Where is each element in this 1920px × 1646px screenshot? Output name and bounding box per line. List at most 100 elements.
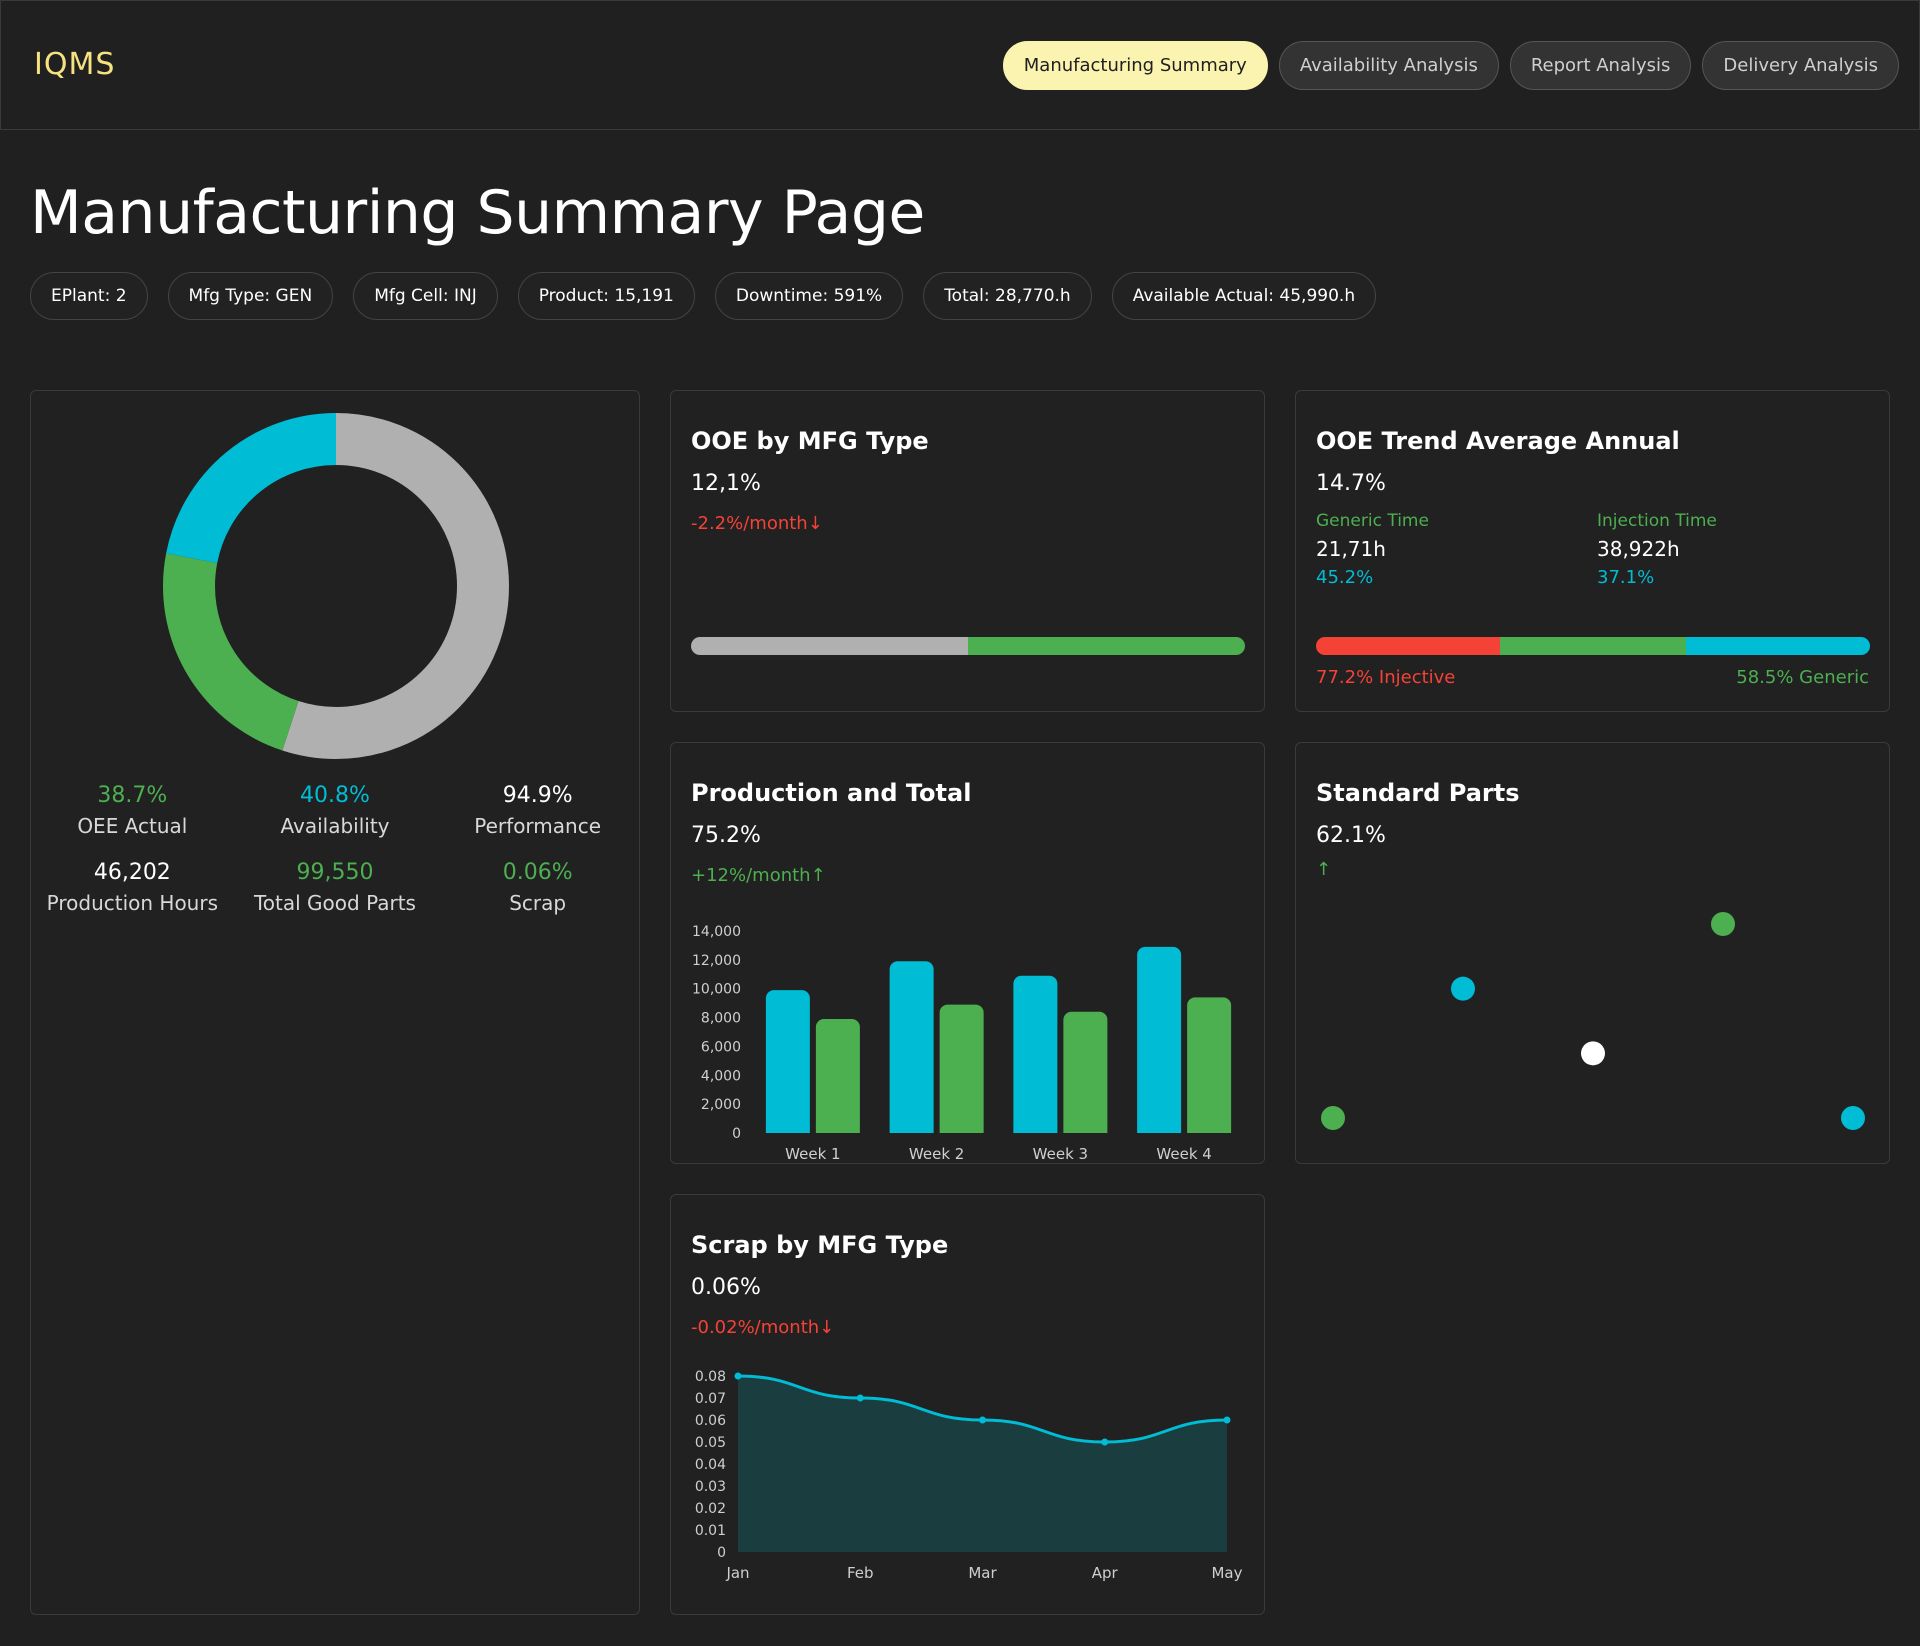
bar-week-2-series-1[interactable]	[939, 1004, 984, 1133]
chip-mfg-cell[interactable]: Mfg Cell: INJ	[353, 272, 498, 320]
bar-segment-green	[968, 637, 1245, 655]
scatter-point-4[interactable]	[1841, 1106, 1865, 1130]
bar-week-1-series-1[interactable]	[815, 1019, 860, 1133]
bar-base	[1137, 1125, 1182, 1133]
stat-value: 38.7%	[97, 783, 168, 808]
x-tick-label: Week 3	[1033, 1145, 1088, 1163]
x-tick-label: Jan	[725, 1564, 749, 1582]
y-tick-label: 0.07	[695, 1391, 726, 1407]
bar-week-3-series-0[interactable]	[1013, 975, 1058, 1133]
stat-total-good-parts: 99,550 Total Good Parts	[234, 860, 437, 915]
x-tick-label: Week 1	[785, 1145, 840, 1163]
bar-base	[939, 1125, 984, 1133]
card-value: 12,1%	[691, 471, 761, 496]
production-card: Production and Total 75.2% +12%/month↑ 0…	[670, 742, 1265, 1164]
scrap-point-4[interactable]	[1223, 1416, 1231, 1424]
scatter-point-3[interactable]	[1711, 912, 1735, 936]
card-title: Production and Total	[691, 779, 972, 807]
injection-time-label: Injection Time	[1597, 511, 1717, 531]
injection-time-pct: 37.1%	[1597, 567, 1655, 588]
summary-card: 38.7% OEE Actual 40.8% Availability 94.9…	[30, 390, 640, 1615]
stat-oee-actual: 38.7% OEE Actual	[31, 783, 234, 838]
bar-week-3-series-1[interactable]	[1063, 1011, 1108, 1133]
scrap-area-fill	[738, 1376, 1227, 1552]
chip-eplant[interactable]: EPlant: 2	[30, 272, 148, 320]
stat-label: Performance	[474, 814, 602, 838]
scatter-point-2[interactable]	[1581, 1041, 1605, 1066]
tab-manufacturing-summary[interactable]: Manufacturing Summary	[1002, 41, 1268, 90]
tab-report-analysis[interactable]: Report Analysis	[1509, 41, 1692, 90]
x-tick-label: Feb	[847, 1564, 874, 1582]
trend-indicator: -0.02%/month↓	[691, 1317, 834, 1338]
scrap-area-chart: 0 0.01 0.02 0.03 0.04 0.05 0.06 0.07 0.08 Jan Feb M…	[695, 1369, 1243, 1582]
injection-time-hours: 38,922h	[1597, 537, 1680, 561]
y-tick-label: 0	[717, 1545, 726, 1561]
trend-text: -2.2%/month	[691, 513, 808, 534]
tab-availability-analysis[interactable]: Availability Analysis	[1278, 41, 1499, 90]
card-value: 75.2%	[691, 823, 761, 848]
card-title: OOE Trend Average Annual	[1316, 427, 1680, 455]
bar-caption-right: 58.5% Generic	[1736, 667, 1869, 688]
x-tick-label: Mar	[968, 1564, 997, 1582]
oee-donut-chart	[163, 413, 509, 759]
injection-time-block: Injection Time 38,922h 37.1%	[1597, 511, 1717, 588]
y-tick-label: 0.08	[695, 1369, 726, 1385]
y-tick-label: 2,000	[701, 1097, 741, 1113]
scrap-point-3[interactable]	[1101, 1438, 1109, 1446]
standard-parts-scatter-chart	[1321, 912, 1865, 1130]
generic-time-hours: 21,71h	[1316, 537, 1386, 561]
y-tick-label: 0.03	[695, 1479, 726, 1495]
stat-label: Availability	[280, 814, 390, 838]
card-title: Scrap by MFG Type	[691, 1231, 949, 1259]
stat-value: 40.8%	[300, 783, 370, 808]
scatter-point-0[interactable]	[1321, 1106, 1345, 1130]
y-tick-label: 14,000	[692, 924, 741, 940]
standard-parts-card: Standard Parts 62.1% ↑	[1295, 742, 1890, 1164]
chip-product[interactable]: Product: 15,191	[517, 272, 695, 320]
stat-label: Total Good Parts	[253, 891, 416, 915]
bar-segment-cyan	[1685, 637, 1870, 655]
x-tick-label: Week 4	[1156, 1145, 1211, 1163]
bar-week-1-series-0[interactable]	[765, 990, 810, 1133]
bar-week-2-series-0[interactable]	[889, 961, 934, 1133]
trend-text: -0.02%/month	[691, 1317, 820, 1338]
stat-production-hours: 46,202 Production Hours	[31, 860, 234, 915]
app-logo[interactable]: IQMS	[34, 47, 115, 82]
chip-mfg-type[interactable]: Mfg Type: GEN	[167, 272, 334, 320]
stat-label: Production Hours	[46, 891, 218, 915]
y-tick-label: 0	[732, 1126, 741, 1142]
chip-total[interactable]: Total: 28,770.h	[923, 272, 1092, 320]
tab-delivery-analysis[interactable]: Delivery Analysis	[1702, 41, 1899, 90]
ooe-mfg-card: OOE by MFG Type 12,1% -2.2%/month↓	[670, 390, 1265, 712]
scatter-point-1[interactable]	[1451, 976, 1475, 1001]
production-bar-chart: 0 2,000 4,000 6,000 8,000 10,000 12,000 14,000 W…	[692, 924, 1232, 1163]
bar-week-4-series-0[interactable]	[1137, 946, 1182, 1133]
chip-downtime[interactable]: Downtime: 591%	[714, 272, 904, 320]
ooe-mfg-bar	[691, 637, 1245, 655]
scrap-point-0[interactable]	[734, 1372, 742, 1380]
ooe-trend-card: OOE Trend Average Annual 14.7% Generic T…	[1295, 390, 1890, 712]
y-tick-label: 0.06	[695, 1413, 726, 1429]
bar-base	[1013, 1125, 1058, 1133]
bar-base	[815, 1125, 860, 1133]
stat-value: 0.06%	[502, 860, 573, 885]
card-value: 14.7%	[1316, 471, 1386, 496]
scrap-point-2[interactable]	[979, 1416, 986, 1424]
bar-segment-red	[1316, 637, 1501, 655]
arrow-down-icon: ↓	[819, 1317, 835, 1338]
bar-caption-left: 77.2% Injective	[1316, 667, 1456, 688]
y-tick-label: 8,000	[701, 1011, 741, 1027]
bar-week-4-series-1[interactable]	[1187, 997, 1232, 1133]
filter-chips: EPlant: 2 Mfg Type: GEN Mfg Cell: INJ Pr…	[30, 272, 1377, 320]
y-tick-label: 4,000	[701, 1068, 741, 1084]
chip-available-actual[interactable]: Available Actual: 45,990.h	[1111, 272, 1377, 320]
page-title: Manufacturing Summary Page	[30, 178, 925, 248]
stat-value: 46,202	[93, 860, 171, 885]
arrow-down-icon: ↓	[807, 513, 823, 534]
card-title: OOE by MFG Type	[691, 427, 929, 455]
bar-base	[765, 1125, 810, 1133]
stat-value: 94.9%	[502, 783, 573, 808]
generic-time-block: Generic Time 21,71h 45.2%	[1316, 511, 1429, 588]
scrap-point-1[interactable]	[856, 1394, 864, 1402]
x-tick-label: Week 2	[909, 1145, 964, 1163]
